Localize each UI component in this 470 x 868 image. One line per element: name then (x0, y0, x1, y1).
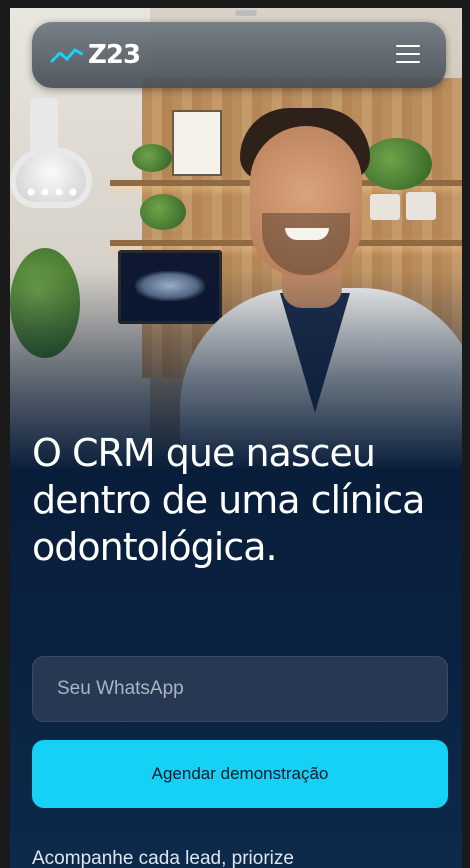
logo-text: Z23 (88, 40, 141, 70)
lamp-lights (24, 186, 84, 198)
hamburger-menu-icon[interactable] (396, 42, 422, 68)
dental-lamp (10, 148, 92, 208)
camera-notch (235, 10, 257, 16)
mobile-viewport: Z23 O CRM que nasceu dentro de uma clíni… (10, 8, 462, 868)
top-nav: Z23 (32, 22, 446, 88)
whatsapp-input[interactable] (32, 656, 448, 722)
plant (132, 144, 172, 172)
plant-pot (406, 192, 436, 220)
schedule-demo-button[interactable]: Agendar demonstração (32, 740, 448, 808)
plant-pot (370, 194, 400, 220)
plant (362, 138, 432, 190)
wave-graph-icon (50, 45, 84, 65)
lamp-arm (30, 98, 58, 154)
hero-headline: O CRM que nasceu dentro de uma clínica o… (32, 431, 425, 569)
wall-frame (172, 110, 222, 176)
doctor-smile (285, 228, 329, 240)
hero-subtext: Acompanhe cada lead, priorize (32, 848, 294, 868)
logo[interactable]: Z23 (50, 40, 141, 70)
plant (140, 194, 186, 230)
